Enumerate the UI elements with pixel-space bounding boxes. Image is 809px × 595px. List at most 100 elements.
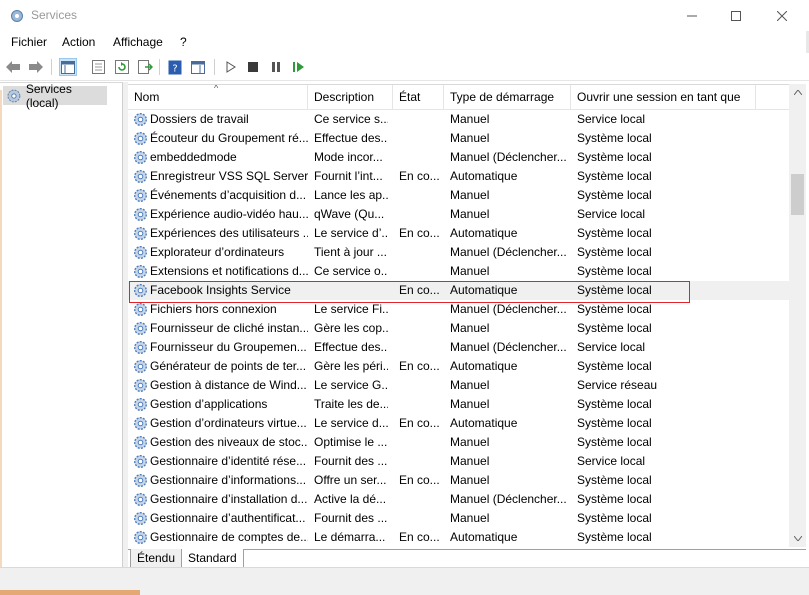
menu-action[interactable]: Action: [62, 35, 95, 49]
forward-button[interactable]: [27, 58, 45, 76]
back-button[interactable]: [4, 58, 22, 76]
minimize-button[interactable]: [669, 0, 715, 31]
service-state: [399, 433, 441, 452]
table-row[interactable]: Enregistreur VSS SQL Server Fournit l’int…: [128, 167, 789, 186]
start-service-button[interactable]: [222, 58, 240, 76]
show-action-pane-button[interactable]: [189, 58, 207, 76]
column-header-startup-type[interactable]: Type de démarrage: [444, 85, 571, 110]
column-header-logon-as[interactable]: Ouvrir une session en tant que: [571, 85, 756, 110]
column-header-state[interactable]: État: [393, 85, 444, 110]
toolbar-separator: [51, 59, 52, 75]
table-row[interactable]: Fournisseur du Groupemen... Effectue des.…: [128, 338, 789, 357]
service-state: En co...: [399, 226, 440, 240]
action-pane-icon: [191, 60, 205, 74]
service-logon-as: Système local: [577, 511, 652, 525]
menu-fichier[interactable]: Fichier: [11, 35, 47, 49]
table-row[interactable]: Gestion des niveaux de stoc... Optimise l…: [128, 433, 789, 452]
service-gear-icon: [133, 340, 148, 355]
service-state: [399, 186, 441, 205]
column-header-description[interactable]: Description: [308, 85, 393, 110]
table-row[interactable]: Extensions et notifications d... Ce servi…: [128, 262, 789, 281]
toolbar: ?: [0, 53, 809, 81]
service-startup-type: Automatique: [450, 283, 518, 297]
maximize-button[interactable]: [713, 0, 759, 31]
service-logon-as: Système local: [577, 131, 652, 145]
service-description: Le service G...: [314, 378, 388, 392]
table-row[interactable]: Gestionnaire d’installation d... Active l…: [128, 490, 789, 509]
service-logon-as: Service local: [577, 454, 646, 468]
menu-help[interactable]: ?: [180, 35, 187, 49]
tab-etendu[interactable]: Étendu: [130, 549, 183, 569]
service-description: Effectue des...: [314, 131, 388, 145]
service-logon-as: Système local: [577, 397, 652, 411]
table-row[interactable]: Gestionnaire d’informations... Offre un s…: [128, 471, 789, 490]
service-gear-icon: [133, 226, 148, 241]
maximize-icon: [731, 10, 741, 21]
svg-text:?: ?: [172, 63, 177, 74]
service-startup-type: Manuel: [450, 473, 490, 487]
service-logon-as: Système local: [577, 245, 652, 259]
stop-service-button[interactable]: [244, 58, 262, 76]
table-row[interactable]: Fournisseur de cliché instan... Gère les …: [128, 319, 789, 338]
service-description: Fournit l’int...: [314, 169, 383, 183]
service-logon-as: Système local: [577, 226, 652, 240]
service-startup-type: Manuel: [450, 131, 490, 145]
table-row[interactable]: Gestion à distance de Wind... Le service …: [128, 376, 789, 395]
service-name: Expériences des utilisateurs ...: [150, 226, 308, 240]
help-button[interactable]: ?: [166, 58, 184, 76]
close-button[interactable]: [759, 0, 805, 31]
show-hide-tree-button[interactable]: [59, 58, 77, 76]
service-logon-as: Système local: [577, 150, 652, 164]
service-state: [399, 262, 441, 281]
table-row[interactable]: Gestionnaire d’authentificat... Fournit d…: [128, 509, 789, 528]
tab-standard[interactable]: Standard: [181, 549, 244, 569]
service-description: Ce service s...: [314, 112, 388, 126]
export-icon: [137, 60, 153, 74]
table-row[interactable]: Gestionnaire de comptes de... Le démarra.…: [128, 528, 789, 547]
service-gear-icon: [133, 207, 148, 222]
service-startup-type: Manuel: [450, 397, 490, 411]
service-logon-as: Système local: [577, 416, 652, 430]
service-gear-icon: [133, 264, 148, 279]
table-row[interactable]: Expériences des utilisateurs ... Le servi…: [128, 224, 789, 243]
pause-service-button[interactable]: [267, 58, 285, 76]
chevron-up-icon: [793, 90, 802, 95]
service-state: En co...: [399, 169, 440, 183]
table-row[interactable]: Gestionnaire d’identité rése... Fournit d…: [128, 452, 789, 471]
service-logon-as: Système local: [577, 321, 652, 335]
table-row[interactable]: Explorateur d’ordinateurs Tient à jour ..…: [128, 243, 789, 262]
vertical-scrollbar[interactable]: [789, 84, 806, 547]
service-logon-as: Système local: [577, 283, 652, 297]
table-row[interactable]: Générateur de points de ter... Gère les p…: [128, 357, 789, 376]
menu-affichage[interactable]: Affichage: [113, 35, 163, 49]
column-header-name[interactable]: ^ Nom: [128, 85, 308, 110]
service-logon-as: Système local: [577, 169, 652, 183]
service-description: Traite les de...: [314, 397, 388, 411]
table-row[interactable]: Fichiers hors connexion Le service Fi... M…: [128, 300, 789, 319]
service-gear-icon: [133, 416, 148, 431]
export-list-button[interactable]: [136, 58, 154, 76]
service-name: Facebook Insights Service: [150, 283, 291, 297]
service-name: Écouteur du Groupement ré...: [150, 131, 308, 145]
table-row[interactable]: Écouteur du Groupement ré... Effectue des…: [128, 129, 789, 148]
services-gear-icon: [11, 10, 23, 22]
service-startup-type: Manuel: [450, 264, 490, 278]
scroll-up-button[interactable]: [789, 84, 806, 101]
scroll-thumb[interactable]: [791, 174, 804, 215]
table-row-selected[interactable]: Facebook Insights Service En co... Automat…: [128, 281, 789, 303]
properties-button[interactable]: [89, 58, 107, 76]
table-row[interactable]: Expérience audio-vidéo hau... qWave (Qu..…: [128, 205, 789, 224]
scroll-down-button[interactable]: [789, 530, 806, 547]
refresh-button[interactable]: [113, 58, 131, 76]
service-name: Événements d’acquisition d...: [150, 188, 307, 202]
table-row[interactable]: Gestion d’ordinateurs virtue... Le servic…: [128, 414, 789, 433]
table-row[interactable]: Événements d’acquisition d... Lance les a…: [128, 186, 789, 205]
table-row[interactable]: Dossiers de travail Ce service s... Manuel…: [128, 110, 789, 129]
service-description: Gère les péri...: [314, 359, 388, 373]
service-state: [399, 300, 441, 319]
table-row[interactable]: Gestion d’applications Traite les de... Ma…: [128, 395, 789, 414]
tree-node-services-local[interactable]: Services (local): [3, 82, 107, 110]
stop-icon: [248, 62, 258, 72]
restart-service-button[interactable]: [290, 58, 308, 76]
table-row[interactable]: embeddedmode Mode incor... Manuel (Déclenc…: [128, 148, 789, 167]
